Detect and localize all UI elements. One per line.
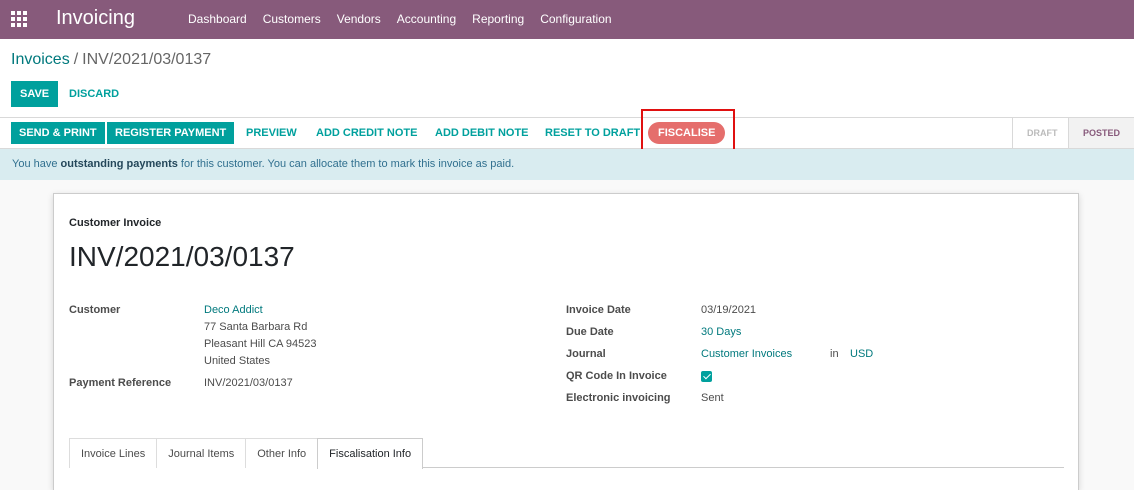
customer-label: Customer (69, 304, 121, 316)
breadcrumb-invoices-link[interactable]: Invoices (11, 51, 70, 68)
tab-other-info[interactable]: Other Info (245, 438, 319, 468)
reset-to-draft-button[interactable]: RESET TO DRAFT (540, 122, 645, 144)
electronic-invoicing-value: Sent (701, 392, 724, 404)
customer-address-line3: United States (204, 355, 271, 367)
customer-link[interactable]: Deco Addict (204, 304, 263, 316)
qr-code-checkbox[interactable] (701, 371, 712, 382)
invoice-date-field[interactable]: 03/19/2021 (701, 304, 756, 316)
breadcrumb-current: INV/2021/03/0137 (82, 51, 212, 68)
apps-grid-icon[interactable] (11, 11, 27, 27)
tab-invoice-lines[interactable]: Invoice Lines (69, 438, 158, 468)
alert-text-after: for this customer. You can allocate them… (177, 158, 515, 170)
invoice-date-label: Invoice Date (566, 304, 631, 316)
notebook-tabs: Invoice Lines Journal Items Other Info F… (69, 438, 1064, 469)
alert-text-before: You have (12, 158, 61, 170)
menu-item-reporting[interactable]: Reporting (464, 0, 532, 39)
customer-address-line1: 77 Santa Barbara Rd (204, 321, 308, 333)
main-menu: Dashboard Customers Vendors Accounting R… (180, 0, 620, 39)
invoice-number-title: INV/2021/03/0137 (69, 241, 295, 272)
discard-button[interactable]: DISCARD (61, 81, 127, 107)
payment-reference-label: Payment Reference (69, 377, 172, 389)
add-credit-note-button[interactable]: ADD CREDIT NOTE (311, 122, 422, 144)
tab-fiscalisation-info[interactable]: Fiscalisation Info (317, 438, 424, 469)
journal-label: Journal (566, 348, 606, 360)
breadcrumb: Invoices / INV/2021/03/0137 (11, 51, 211, 69)
menu-item-customers[interactable]: Customers (255, 0, 329, 39)
journal-link[interactable]: Customer Invoices (701, 348, 792, 360)
currency-link[interactable]: USD (850, 348, 873, 360)
menu-item-vendors[interactable]: Vendors (329, 0, 389, 39)
menu-item-configuration[interactable]: Configuration (532, 0, 619, 39)
journal-in-text: in (830, 348, 839, 360)
qr-code-label: QR Code In Invoice (566, 370, 667, 382)
save-button[interactable]: SAVE (11, 81, 59, 107)
document-type: Customer Invoice (69, 217, 162, 229)
menu-item-dashboard[interactable]: Dashboard (180, 0, 255, 39)
invoice-sheet: Customer Invoice INV/2021/03/0137 Custom… (53, 193, 1079, 490)
electronic-invoicing-label: Electronic invoicing (566, 392, 671, 404)
outstanding-payments-alert: You have outstanding payments for this c… (0, 149, 1134, 180)
due-date-link[interactable]: 30 Days (701, 326, 741, 338)
stage-posted: POSTED (1068, 118, 1134, 148)
menu-item-accounting[interactable]: Accounting (389, 0, 464, 39)
tab-journal-items[interactable]: Journal Items (156, 438, 247, 468)
status-stages: DRAFT POSTED (1012, 118, 1134, 148)
app-title[interactable]: Invoicing (56, 7, 135, 30)
form-statusbar: SEND & PRINT REGISTER PAYMENT PREVIEW AD… (0, 117, 1134, 149)
add-debit-note-button[interactable]: ADD DEBIT NOTE (430, 122, 534, 144)
alert-text-bold: outstanding payments (60, 158, 178, 170)
customer-address-line2: Pleasant Hill CA 94523 (204, 338, 317, 350)
due-date-label: Due Date (566, 326, 614, 338)
preview-button[interactable]: PREVIEW (241, 122, 302, 144)
send-print-button[interactable]: SEND & PRINT (11, 122, 105, 144)
payment-reference-field[interactable]: INV/2021/03/0137 (204, 377, 293, 389)
breadcrumb-separator: / (73, 51, 79, 68)
stage-draft[interactable]: DRAFT (1012, 118, 1068, 148)
top-navbar: Invoicing Dashboard Customers Vendors Ac… (0, 0, 1134, 39)
register-payment-button[interactable]: REGISTER PAYMENT (107, 122, 235, 144)
